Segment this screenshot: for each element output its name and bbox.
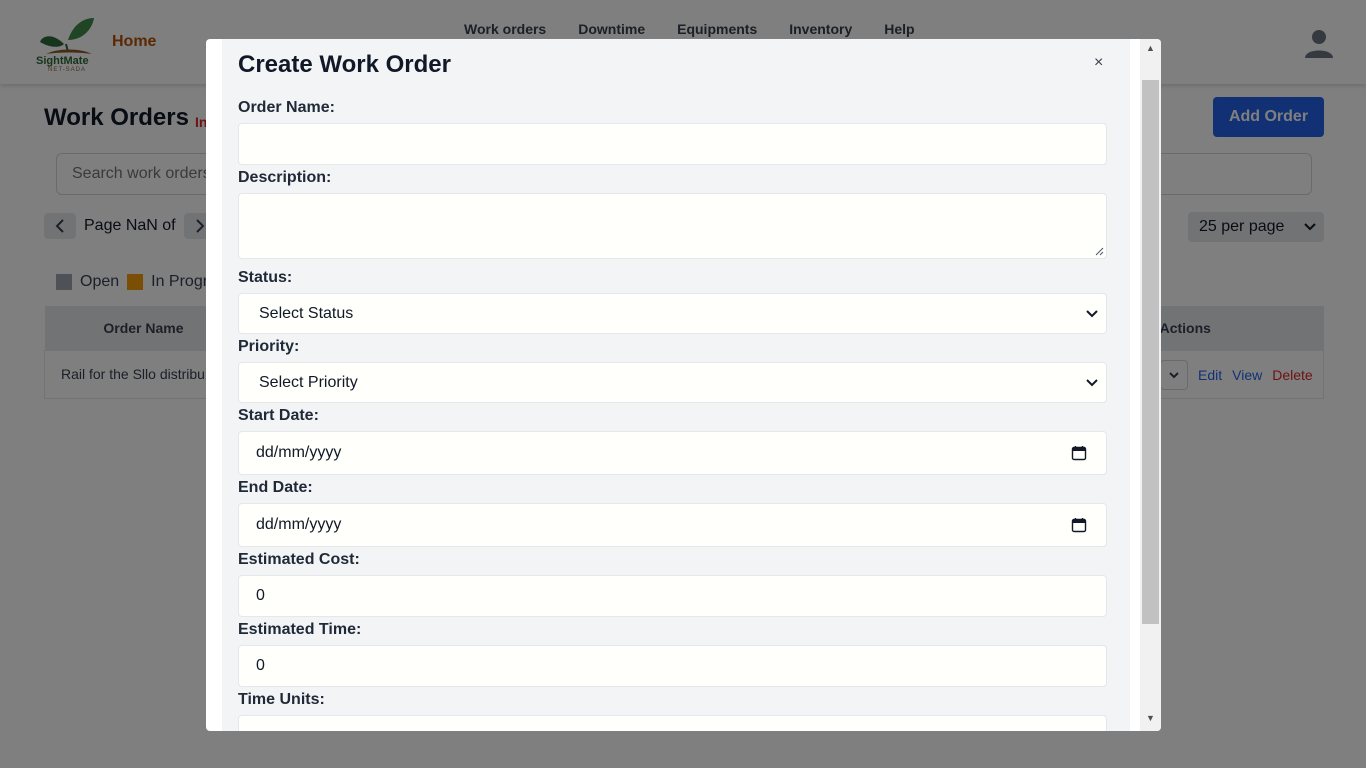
- time-units-select[interactable]: [238, 715, 1107, 731]
- estimated-cost-label: Estimated Cost:: [238, 551, 360, 568]
- status-select-value: Select Status: [259, 304, 354, 322]
- order-name-input[interactable]: [238, 123, 1107, 165]
- calendar-icon[interactable]: [1071, 517, 1087, 533]
- start-date-input[interactable]: dd/mm/yyyy: [238, 431, 1107, 475]
- time-units-label: Time Units:: [238, 691, 325, 708]
- chevron-down-icon: [1086, 309, 1098, 317]
- priority-select-value: Select Priority: [259, 373, 358, 391]
- create-work-order-modal: Create Work Order × Order Name: Descript…: [206, 39, 1161, 731]
- scroll-up-arrow-icon[interactable]: ▲: [1140, 43, 1161, 57]
- estimated-cost-input[interactable]: 0: [238, 575, 1107, 617]
- modal-content: Create Work Order × Order Name: Descript…: [222, 39, 1130, 731]
- priority-label: Priority:: [238, 338, 300, 355]
- order-name-label: Order Name:: [238, 99, 335, 116]
- description-textarea[interactable]: [238, 193, 1107, 259]
- end-date-input[interactable]: dd/mm/yyyy: [238, 503, 1107, 547]
- estimated-time-input[interactable]: 0: [238, 645, 1107, 687]
- resize-handle-icon[interactable]: [1094, 246, 1104, 256]
- status-select[interactable]: Select Status: [238, 293, 1107, 334]
- start-date-label: Start Date:: [238, 407, 319, 424]
- end-date-value: dd/mm/yyyy: [256, 516, 342, 533]
- estimated-time-label: Estimated Time:: [238, 621, 362, 638]
- scrollbar-thumb[interactable]: [1142, 80, 1159, 624]
- modal-title: Create Work Order: [238, 51, 451, 78]
- status-label: Status:: [238, 269, 293, 286]
- description-label: Description:: [238, 169, 332, 186]
- scroll-down-arrow-icon[interactable]: ▼: [1140, 713, 1161, 727]
- end-date-label: End Date:: [238, 479, 313, 496]
- modal-scrollbar[interactable]: ▲ ▼: [1140, 39, 1161, 731]
- close-button[interactable]: ×: [1094, 54, 1103, 72]
- priority-select[interactable]: Select Priority: [238, 362, 1107, 403]
- calendar-icon[interactable]: [1071, 445, 1087, 461]
- chevron-down-icon: [1086, 378, 1098, 386]
- start-date-value: dd/mm/yyyy: [256, 444, 342, 461]
